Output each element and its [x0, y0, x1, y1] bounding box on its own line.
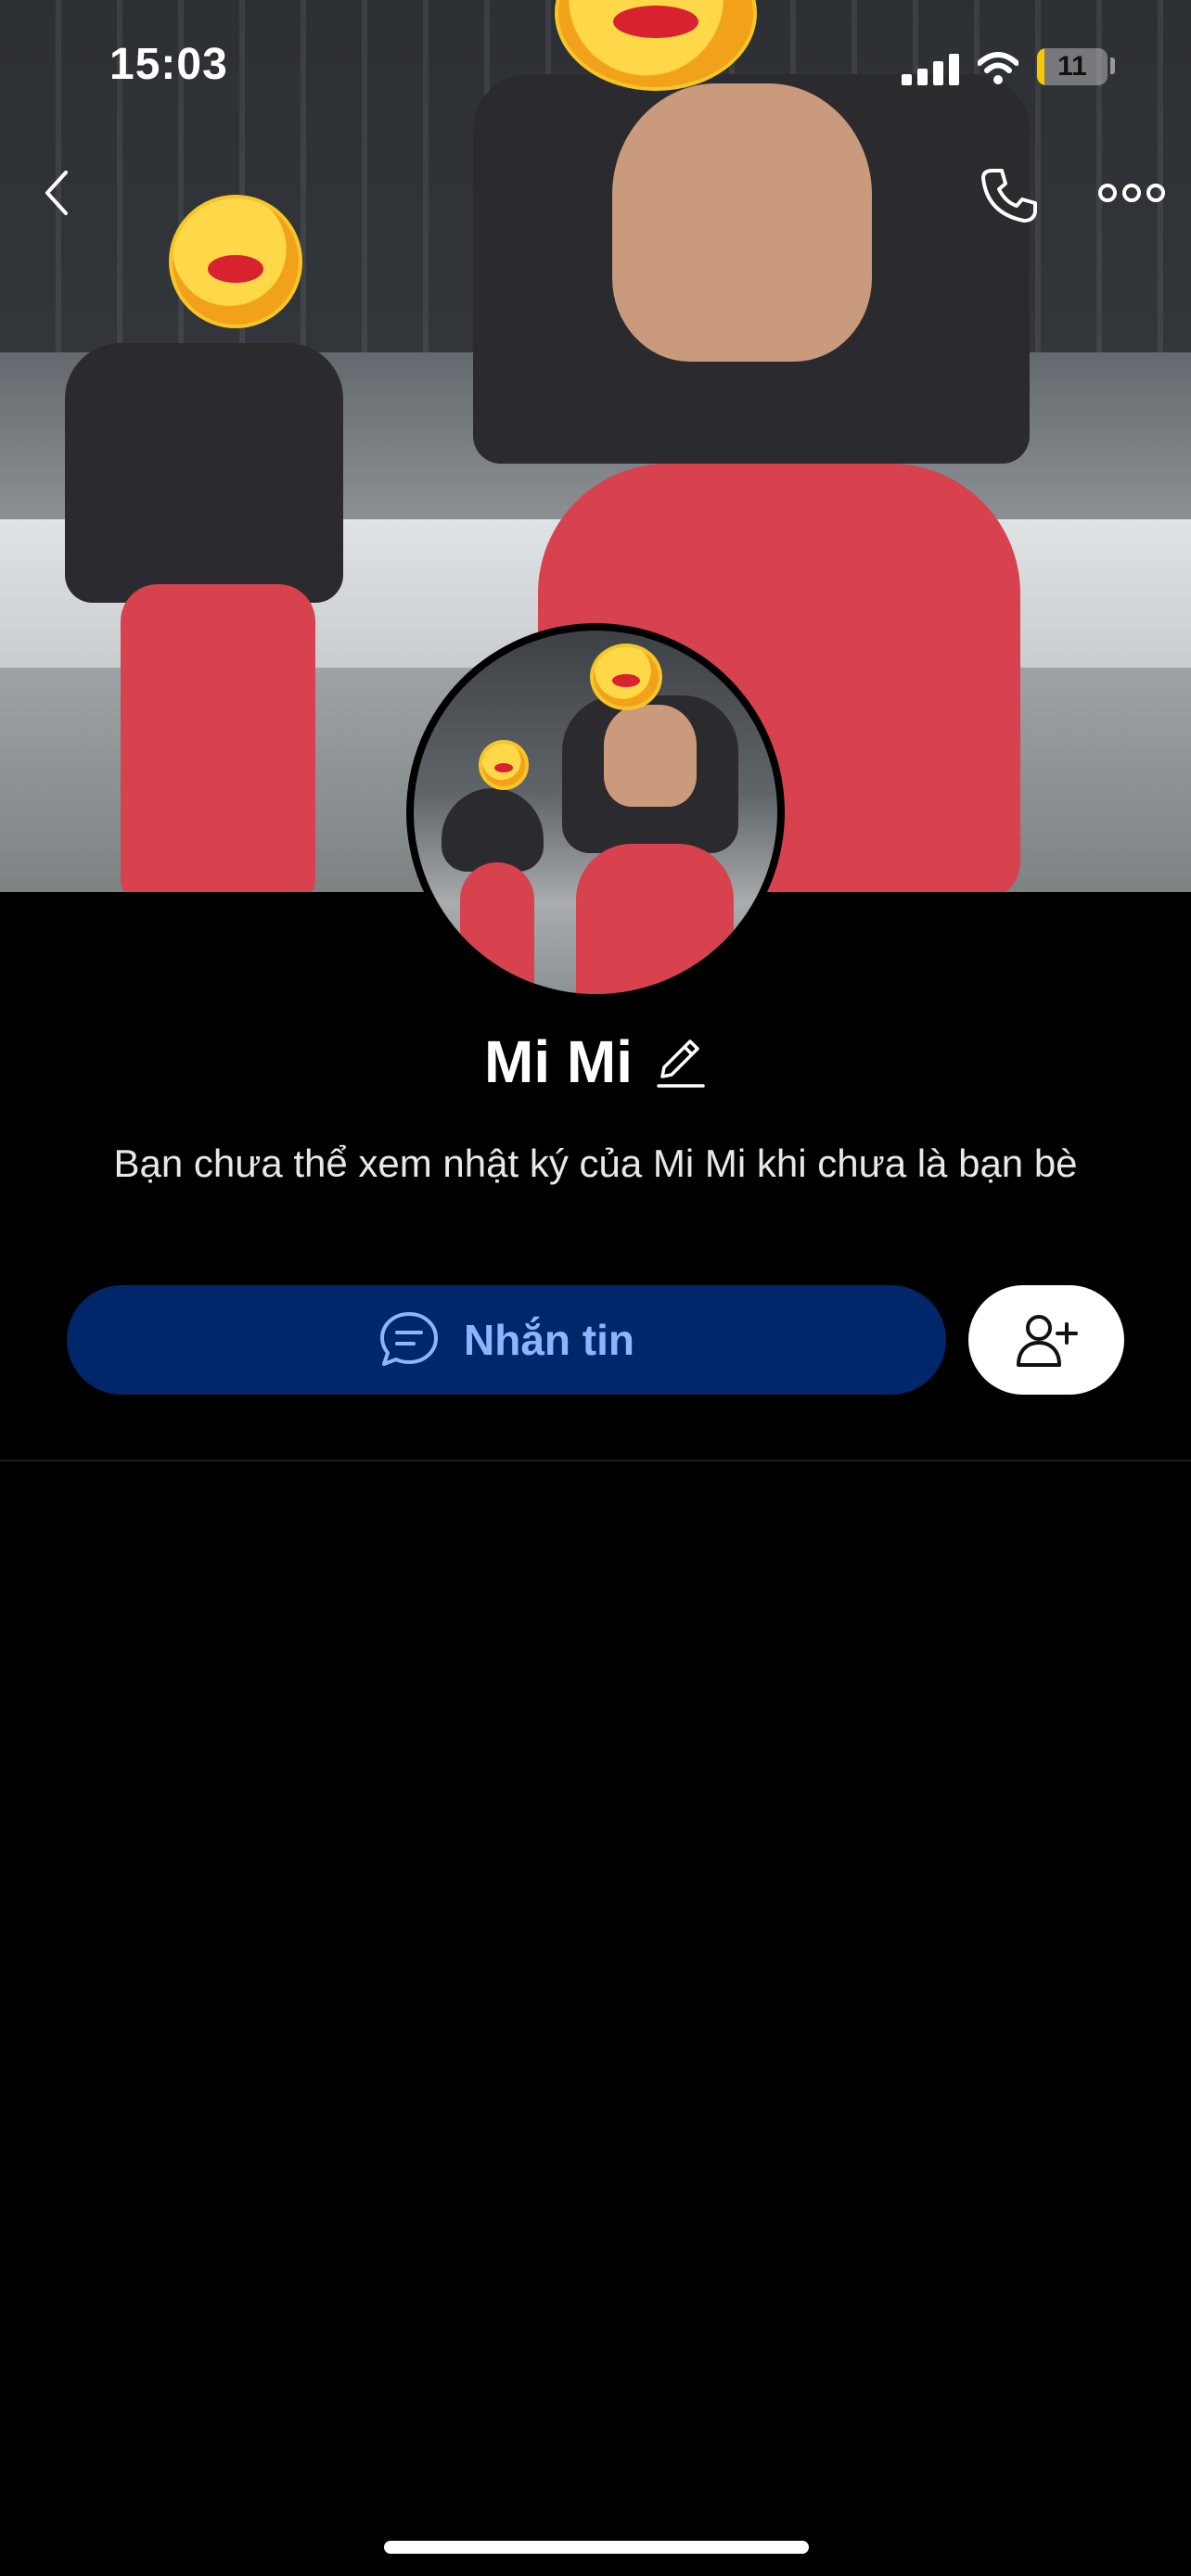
cover-person-left-shirt [65, 343, 343, 603]
battery-level: 11 [1057, 51, 1087, 82]
cover-person-left-legs [121, 584, 315, 892]
face-sticker-icon [169, 195, 302, 328]
message-button-label: Nhắn tin [464, 1316, 634, 1364]
add-friend-icon [1017, 1315, 1078, 1367]
divider [0, 1460, 1191, 1461]
battery-tip [1110, 57, 1115, 74]
add-friend-button[interactable] [968, 1285, 1124, 1395]
more-dots-icon [1098, 184, 1165, 202]
profile-name-row: Mi Mi [0, 1027, 1191, 1096]
avatar-image [414, 631, 777, 994]
avatar-person-right-legs [576, 844, 734, 994]
avatar-person-left-shirt [442, 788, 544, 872]
wifi-icon [978, 52, 1018, 84]
battery-icon: 11 [1037, 48, 1108, 85]
message-button[interactable]: Nhắn tin [67, 1285, 946, 1395]
profile-name: Mi Mi [484, 1028, 633, 1095]
status-bar: 15:03 11 [0, 0, 1191, 130]
call-button[interactable] [974, 159, 1044, 230]
chat-bubble-icon [380, 1312, 438, 1366]
cellular-signal-icon [902, 54, 959, 85]
more-button[interactable] [1095, 172, 1169, 213]
chevron-left-icon [45, 171, 68, 215]
privacy-message: Bạn chưa thể xem nhật ký của Mi Mi khi c… [113, 1141, 1078, 1185]
face-sticker-icon [479, 740, 529, 790]
avatar[interactable] [406, 623, 785, 1001]
face-sticker-icon [590, 644, 662, 710]
avatar-person-right-back [604, 705, 697, 807]
status-time: 15:03 [109, 40, 228, 89]
phone-icon [981, 169, 1037, 223]
pencil-icon[interactable] [655, 1034, 707, 1090]
avatar-person-left-legs [460, 862, 534, 994]
home-indicator[interactable] [384, 2541, 809, 2554]
back-button[interactable] [28, 163, 83, 223]
